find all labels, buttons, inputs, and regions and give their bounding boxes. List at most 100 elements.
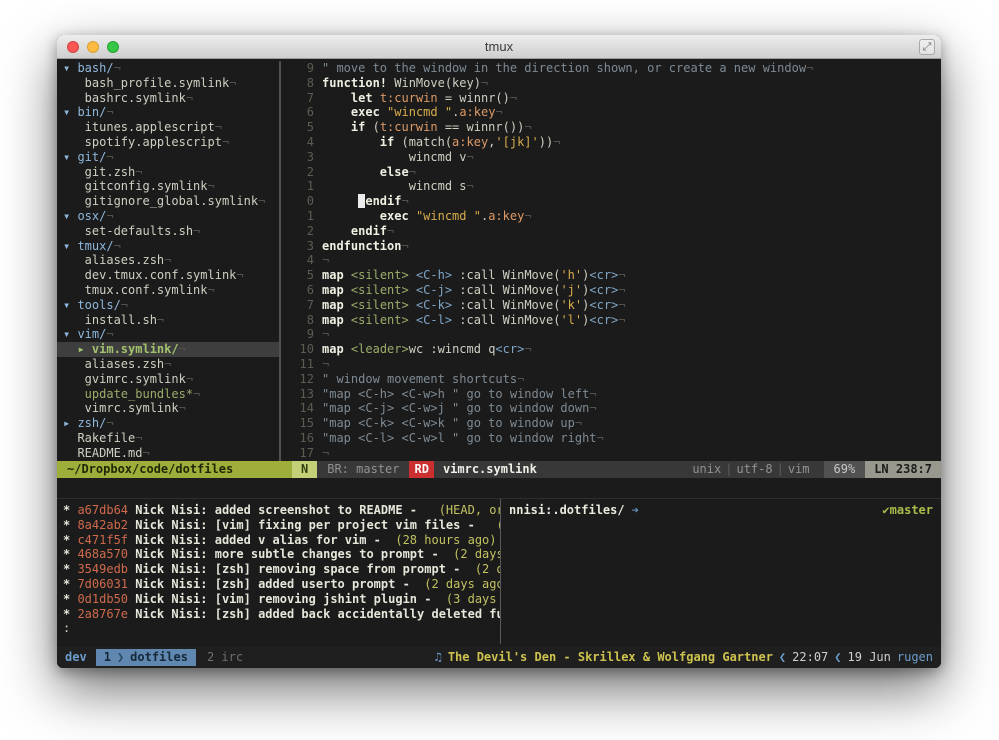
resize-icon[interactable]: ⤢ bbox=[919, 39, 935, 55]
tree-item[interactable]: ▾ bin/¬ bbox=[57, 105, 279, 120]
keycode-text: <cr> bbox=[589, 298, 618, 312]
editor-line[interactable]: 6map <silent> <C-j> :call WinMove('j')<c… bbox=[292, 283, 941, 298]
editor-line[interactable]: 9" move to the window in the direction s… bbox=[292, 61, 941, 76]
tree-item[interactable]: set-defaults.sh¬ bbox=[57, 224, 279, 239]
editor-line[interactable]: 1 wincmd s¬ bbox=[292, 179, 941, 194]
eol-mark: ¬ bbox=[806, 61, 813, 75]
tree-item[interactable]: update_bundles*¬ bbox=[57, 387, 279, 402]
editor-line[interactable]: 3endfunction¬ bbox=[292, 239, 941, 254]
eol-mark: ¬ bbox=[322, 446, 329, 460]
editor-line[interactable]: 2 endif¬ bbox=[292, 224, 941, 239]
string-text: 'h' bbox=[560, 268, 582, 282]
tree-item[interactable]: ▾ git/¬ bbox=[57, 150, 279, 165]
tree-item[interactable]: ▾ bash/¬ bbox=[57, 61, 279, 76]
eol-mark: ¬ bbox=[409, 165, 416, 179]
directory-name: ▾ tmux/ bbox=[63, 239, 114, 253]
git-log-line: * 468a570 Nick Nisi: more subtle changes… bbox=[63, 547, 500, 562]
tree-item[interactable]: ▾ tmux/¬ bbox=[57, 239, 279, 254]
eol-mark: ¬ bbox=[106, 416, 113, 430]
editor-line[interactable]: 10map <leader>wc :wincmd q<cr>¬ bbox=[292, 342, 941, 357]
git-log-line: * 8a42ab2 Nick Nisi: [vim] fixing per pr… bbox=[63, 518, 500, 533]
git-log-pane[interactable]: * a67db64 Nick Nisi: added screenshot to… bbox=[57, 499, 500, 644]
editor-panel[interactable]: 9" move to the window in the direction s… bbox=[292, 61, 941, 461]
editor-line[interactable]: 11¬ bbox=[292, 357, 941, 372]
line-number: 15 bbox=[294, 416, 314, 431]
statusline-readonly-badge: RD bbox=[409, 461, 433, 478]
line-number: 8 bbox=[294, 76, 314, 91]
editor-line[interactable]: 9¬ bbox=[292, 327, 941, 342]
editor-line[interactable]: 7 let t:curwin = winnr()¬ bbox=[292, 91, 941, 106]
eol-mark: ¬ bbox=[597, 431, 604, 445]
tree-item[interactable]: gitconfig.symlink¬ bbox=[57, 179, 279, 194]
shell-pane[interactable]: nnisi:.dotfiles/➔ ✔master bbox=[501, 499, 941, 644]
tree-item[interactable]: vimrc.symlink¬ bbox=[57, 401, 279, 416]
nerdtree-panel[interactable]: ▾ bash/¬ bash_profile.symlink¬ bashrc.sy… bbox=[57, 61, 279, 461]
code-text: :call WinMove( bbox=[452, 268, 560, 282]
line-number: 7 bbox=[294, 298, 314, 313]
tree-item[interactable]: git.zsh¬ bbox=[57, 165, 279, 180]
tree-item[interactable]: bash_profile.symlink¬ bbox=[57, 76, 279, 91]
vertical-split-divider[interactable] bbox=[279, 61, 292, 461]
commit-hash: 468a570 bbox=[77, 547, 128, 561]
tree-item[interactable]: gitignore_global.symlink¬ bbox=[57, 194, 279, 209]
tree-item[interactable]: ▾ vim/¬ bbox=[57, 327, 279, 342]
date: 19 Jun bbox=[848, 650, 891, 665]
editor-line[interactable]: 17¬ bbox=[292, 446, 941, 461]
tree-item[interactable]: spotify.applescript¬ bbox=[57, 135, 279, 150]
editor-line[interactable]: 5 if (t:curwin == winnr())¬ bbox=[292, 120, 941, 135]
tree-item[interactable]: ▸ vim.symlink/¬ bbox=[57, 342, 279, 357]
statusline-cursor-position: LN 238:7 bbox=[865, 461, 941, 478]
editor-line[interactable]: 5map <silent> <C-h> :call WinMove('h')<c… bbox=[292, 268, 941, 283]
chevron-separator-icon: ❮ bbox=[834, 650, 841, 665]
window-controls bbox=[67, 41, 119, 53]
tree-item[interactable]: aliases.zsh¬ bbox=[57, 357, 279, 372]
tree-item[interactable]: README.md¬ bbox=[57, 446, 279, 461]
eol-mark: ¬ bbox=[467, 179, 474, 193]
editor-line[interactable]: 12" window movement shortcuts¬ bbox=[292, 372, 941, 387]
editor-line[interactable]: 0 endif¬ bbox=[292, 194, 941, 209]
tree-item[interactable]: ▸ zsh/¬ bbox=[57, 416, 279, 431]
editor-line[interactable]: 8map <silent> <C-l> :call WinMove('l')<c… bbox=[292, 313, 941, 328]
editor-line[interactable]: 6 exec "wincmd ".a:key¬ bbox=[292, 105, 941, 120]
editor-line[interactable]: 14"map <C-j> <C-w>j " go to window down¬ bbox=[292, 401, 941, 416]
close-button[interactable] bbox=[67, 41, 79, 53]
tmux-window-1-tab[interactable]: 1❯dotfiles bbox=[96, 649, 196, 666]
tree-item[interactable]: itunes.applescript¬ bbox=[57, 120, 279, 135]
tree-item[interactable]: ▾ osx/¬ bbox=[57, 209, 279, 224]
tree-item[interactable]: gvimrc.symlink¬ bbox=[57, 372, 279, 387]
editor-line[interactable]: 15"map <C-k> <C-w>k " go to window up¬ bbox=[292, 416, 941, 431]
prompt-directory: .dotfiles/ bbox=[552, 503, 624, 517]
tmux-window-2-tab[interactable]: 2 irc bbox=[207, 650, 243, 665]
code-text bbox=[322, 135, 380, 149]
editor-line[interactable]: 1 exec "wincmd ".a:key¬ bbox=[292, 209, 941, 224]
special-key-text: <silent> bbox=[351, 283, 409, 297]
tree-item[interactable]: ▾ tools/¬ bbox=[57, 298, 279, 313]
commit-hash: 0d1db50 bbox=[77, 592, 128, 606]
keyword-text: if bbox=[380, 135, 394, 149]
tree-item[interactable]: tmux.conf.symlink¬ bbox=[57, 283, 279, 298]
git-log-line: * c471f5f Nick Nisi: added v alias for v… bbox=[63, 533, 500, 548]
statusline-fileinfo: unix|utf-8|vim bbox=[678, 461, 823, 478]
minimize-button[interactable] bbox=[87, 41, 99, 53]
tree-item[interactable]: bashrc.symlink¬ bbox=[57, 91, 279, 106]
terminal-window: tmux ⤢ ▾ bash/¬ bash_profile.symlink¬ ba… bbox=[57, 35, 941, 668]
tree-item[interactable]: Rakefile¬ bbox=[57, 431, 279, 446]
title-bar[interactable]: tmux ⤢ bbox=[57, 35, 941, 59]
editor-line[interactable]: 2 else¬ bbox=[292, 165, 941, 180]
tree-item[interactable]: aliases.zsh¬ bbox=[57, 253, 279, 268]
special-key-text: <silent> bbox=[351, 298, 409, 312]
tree-item[interactable]: install.sh¬ bbox=[57, 313, 279, 328]
tree-item[interactable]: dev.tmux.conf.symlink¬ bbox=[57, 268, 279, 283]
editor-line[interactable]: 4¬ bbox=[292, 253, 941, 268]
editor-line[interactable]: 13"map <C-h> <C-w>h " go to window left¬ bbox=[292, 387, 941, 402]
file-name: spotify.applescript bbox=[63, 135, 222, 149]
zoom-button[interactable] bbox=[107, 41, 119, 53]
editor-line[interactable]: 7map <silent> <C-k> :call WinMove('k')<c… bbox=[292, 298, 941, 313]
editor-line[interactable]: 4 if (match(a:key,'[jk]'))¬ bbox=[292, 135, 941, 150]
editor-line[interactable]: 8function! WinMove(key)¬ bbox=[292, 76, 941, 91]
editor-line[interactable]: 16"map <C-l> <C-w>l " go to window right… bbox=[292, 431, 941, 446]
eol-mark: ¬ bbox=[575, 416, 582, 430]
editor-line[interactable]: 3 wincmd v¬ bbox=[292, 150, 941, 165]
tmux-status-right: ♫ The Devil's Den - Skrillex & Wolfgang … bbox=[435, 650, 933, 665]
commit-message: Nick Nisi: added screenshot to README - bbox=[128, 503, 439, 517]
